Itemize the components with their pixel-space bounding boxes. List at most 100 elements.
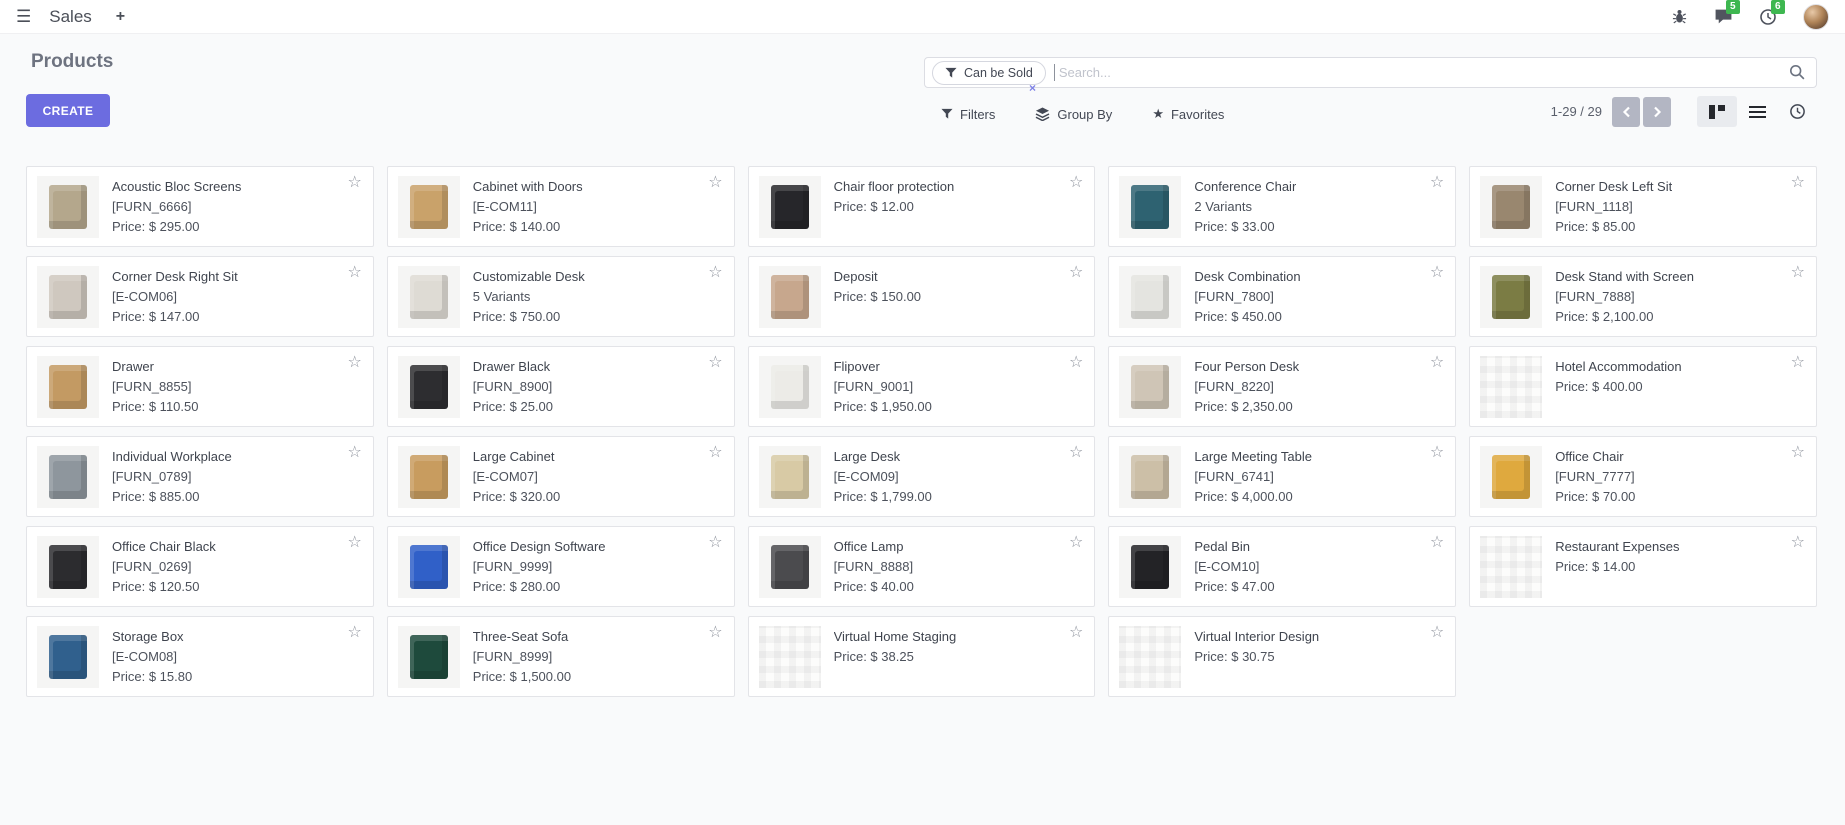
product-card[interactable]: Office Design Software [FURN_9999] Price… — [387, 526, 735, 607]
product-name: Virtual Interior Design — [1194, 627, 1319, 647]
filters-menu[interactable]: Filters — [941, 107, 995, 122]
favorite-star-icon[interactable]: ☆ — [347, 355, 361, 371]
favorite-star-icon[interactable]: ☆ — [1430, 625, 1444, 641]
product-card[interactable]: Virtual Home Staging Price: $ 38.25 ☆ — [748, 616, 1096, 697]
favorite-star-icon[interactable]: ☆ — [1791, 535, 1805, 551]
search-bar[interactable]: Can be Sold × — [924, 57, 1817, 88]
favorite-star-icon[interactable]: ☆ — [1069, 175, 1083, 191]
activities-badge: 6 — [1771, 0, 1785, 14]
product-card[interactable]: Pedal Bin [E-COM10] Price: $ 47.00 ☆ — [1108, 526, 1456, 607]
favorite-star-icon[interactable]: ☆ — [708, 625, 722, 641]
debug-bug-icon[interactable] — [1671, 8, 1688, 25]
activities-button[interactable]: 6 — [1759, 8, 1777, 26]
product-image-shape — [771, 545, 809, 589]
favorite-star-icon[interactable]: ☆ — [708, 175, 722, 191]
messages-button[interactable]: 5 — [1714, 8, 1733, 25]
product-card[interactable]: Drawer [FURN_8855] Price: $ 110.50 ☆ — [26, 346, 374, 427]
search-input[interactable] — [1059, 65, 1789, 80]
product-card[interactable]: Drawer Black [FURN_8900] Price: $ 25.00 … — [387, 346, 735, 427]
favorite-star-icon[interactable]: ☆ — [1791, 355, 1805, 371]
product-card[interactable]: Chair floor protection Price: $ 12.00 ☆ — [748, 166, 1096, 247]
favorite-star-icon[interactable]: ☆ — [1430, 445, 1444, 461]
product-image-shape — [49, 365, 87, 409]
product-card[interactable]: Office Chair [FURN_7777] Price: $ 70.00 … — [1469, 436, 1817, 517]
pager-range: 1-29 / 29 — [1551, 104, 1602, 119]
product-card[interactable]: Storage Box [E-COM08] Price: $ 15.80 ☆ — [26, 616, 374, 697]
product-card[interactable]: Deposit Price: $ 150.00 ☆ — [748, 256, 1096, 337]
pager-next-button[interactable] — [1643, 97, 1671, 127]
product-card[interactable]: Cabinet with Doors [E-COM11] Price: $ 14… — [387, 166, 735, 247]
product-card[interactable]: Large Cabinet [E-COM07] Price: $ 320.00 … — [387, 436, 735, 517]
product-card[interactable]: Corner Desk Left Sit [FURN_1118] Price: … — [1469, 166, 1817, 247]
product-reference: [E-COM06] — [112, 287, 238, 307]
product-card[interactable]: Customizable Desk 5 Variants Price: $ 75… — [387, 256, 735, 337]
product-image — [1480, 356, 1542, 418]
favorite-star-icon[interactable]: ☆ — [1791, 265, 1805, 281]
list-view-button[interactable] — [1737, 96, 1777, 127]
favorite-star-icon[interactable]: ☆ — [347, 175, 361, 191]
new-tab-plus-icon[interactable]: + — [116, 8, 125, 26]
product-name: Large Cabinet — [473, 447, 560, 467]
favorite-star-icon[interactable]: ☆ — [1069, 265, 1083, 281]
favorite-star-icon[interactable]: ☆ — [347, 625, 361, 641]
product-card[interactable]: Large Meeting Table [FURN_6741] Price: $… — [1108, 436, 1456, 517]
product-card[interactable]: Desk Combination [FURN_7800] Price: $ 45… — [1108, 256, 1456, 337]
product-name: Virtual Home Staging — [834, 627, 957, 647]
favorites-menu[interactable]: ★ Favorites — [1152, 106, 1224, 122]
pager-previous-button[interactable] — [1612, 97, 1640, 127]
product-image — [1480, 266, 1542, 328]
favorite-star-icon[interactable]: ☆ — [708, 445, 722, 461]
product-image — [398, 536, 460, 598]
product-card[interactable]: Conference Chair 2 Variants Price: $ 33.… — [1108, 166, 1456, 247]
product-image-shape — [1492, 455, 1530, 499]
create-button[interactable]: CREATE — [26, 94, 110, 127]
favorite-star-icon[interactable]: ☆ — [708, 535, 722, 551]
app-name[interactable]: Sales — [49, 7, 92, 27]
product-image — [1119, 356, 1181, 418]
search-icon[interactable] — [1789, 64, 1806, 81]
product-reference: 2 Variants — [1194, 197, 1296, 217]
favorite-star-icon[interactable]: ☆ — [1430, 265, 1444, 281]
star-icon: ★ — [1152, 106, 1164, 122]
product-card[interactable]: Four Person Desk [FURN_8220] Price: $ 2,… — [1108, 346, 1456, 427]
favorite-star-icon[interactable]: ☆ — [1430, 355, 1444, 371]
favorite-star-icon[interactable]: ☆ — [1430, 175, 1444, 191]
favorite-star-icon[interactable]: ☆ — [1430, 535, 1444, 551]
product-price: Price: $ 885.00 — [112, 487, 232, 507]
user-avatar[interactable] — [1803, 4, 1829, 30]
product-card[interactable]: Corner Desk Right Sit [E-COM06] Price: $… — [26, 256, 374, 337]
layers-icon — [1035, 107, 1050, 121]
product-card[interactable]: Flipover [FURN_9001] Price: $ 1,950.00 ☆ — [748, 346, 1096, 427]
favorite-star-icon[interactable]: ☆ — [1791, 175, 1805, 191]
product-name: Conference Chair — [1194, 177, 1296, 197]
favorite-star-icon[interactable]: ☆ — [347, 265, 361, 281]
product-card[interactable]: Acoustic Bloc Screens [FURN_6666] Price:… — [26, 166, 374, 247]
product-card[interactable]: Hotel Accommodation Price: $ 400.00 ☆ — [1469, 346, 1817, 427]
apps-menu-icon[interactable]: ☰ — [16, 7, 31, 27]
favorite-star-icon[interactable]: ☆ — [708, 265, 722, 281]
group-by-menu[interactable]: Group By — [1035, 107, 1112, 122]
product-image-shape — [410, 185, 448, 229]
product-card[interactable]: Restaurant Expenses Price: $ 14.00 ☆ — [1469, 526, 1817, 607]
kanban-view-button[interactable] — [1697, 96, 1737, 127]
favorite-star-icon[interactable]: ☆ — [1069, 535, 1083, 551]
favorite-star-icon[interactable]: ☆ — [347, 535, 361, 551]
product-name: Office Chair — [1555, 447, 1635, 467]
product-card[interactable]: Large Desk [E-COM09] Price: $ 1,799.00 ☆ — [748, 436, 1096, 517]
product-card[interactable]: Three-Seat Sofa [FURN_8999] Price: $ 1,5… — [387, 616, 735, 697]
activity-view-button[interactable] — [1777, 96, 1817, 127]
favorite-star-icon[interactable]: ☆ — [1791, 445, 1805, 461]
product-card[interactable]: Virtual Interior Design Price: $ 30.75 ☆ — [1108, 616, 1456, 697]
product-card[interactable]: Individual Workplace [FURN_0789] Price: … — [26, 436, 374, 517]
messages-badge: 5 — [1726, 0, 1740, 14]
product-image — [1480, 176, 1542, 238]
favorite-star-icon[interactable]: ☆ — [708, 355, 722, 371]
product-card[interactable]: Desk Stand with Screen [FURN_7888] Price… — [1469, 256, 1817, 337]
favorite-star-icon[interactable]: ☆ — [1069, 355, 1083, 371]
favorite-star-icon[interactable]: ☆ — [1069, 625, 1083, 641]
product-card[interactable]: Office Lamp [FURN_8888] Price: $ 40.00 ☆ — [748, 526, 1096, 607]
product-card[interactable]: Office Chair Black [FURN_0269] Price: $ … — [26, 526, 374, 607]
favorite-star-icon[interactable]: ☆ — [347, 445, 361, 461]
favorite-star-icon[interactable]: ☆ — [1069, 445, 1083, 461]
facet-remove-icon[interactable]: × — [1029, 82, 1036, 94]
